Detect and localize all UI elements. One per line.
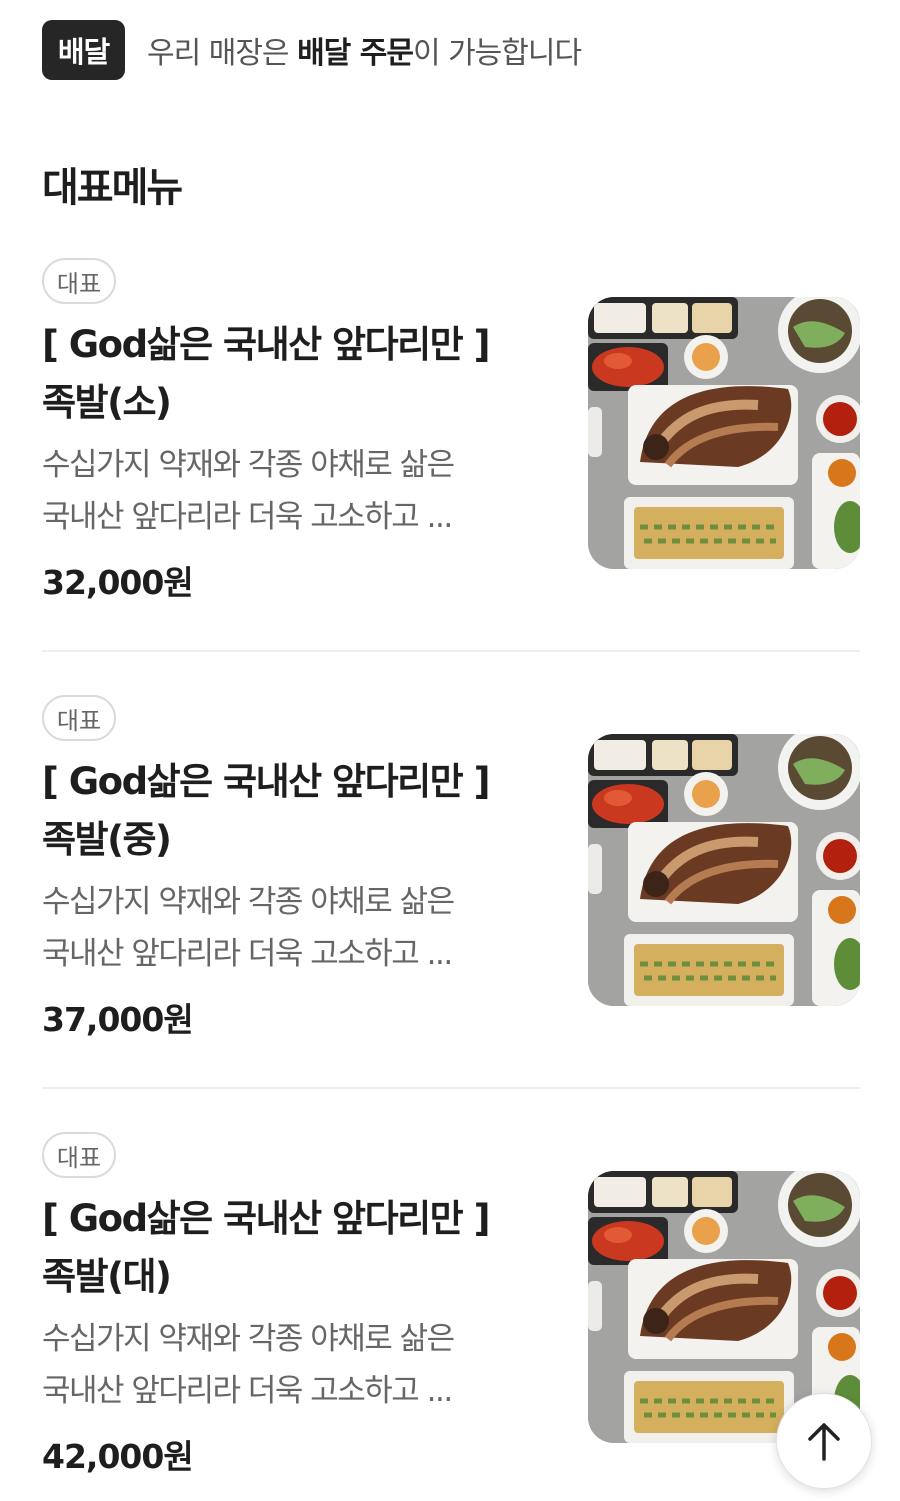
menu-item[interactable]: 대표 [ God삶은 국내산 앞다리만 ] 족발(중) 수십가지 약재와 각종 … bbox=[42, 695, 860, 1039]
menu-item-description-line1: 수십가지 약재와 각종 야채로 삶은 bbox=[42, 447, 455, 483]
menu-item-name-line2: 족발(중) bbox=[42, 818, 172, 861]
menu-item-description-line2: 국내산 앞다리라 더욱 고소하고 ... bbox=[42, 936, 453, 972]
section-title: 대표메뉴 bbox=[42, 165, 183, 211]
menu-item-description-line2: 국내산 앞다리라 더욱 고소하고 ... bbox=[42, 499, 453, 535]
menu-item-description: 수십가지 약재와 각종 야채로 삶은 국내산 앞다리라 더욱 고소하고 ... bbox=[42, 876, 542, 980]
menu-item-description: 수십가지 약재와 각종 야채로 삶은 국내산 앞다리라 더욱 고소하고 ... bbox=[42, 1313, 542, 1417]
menu-item-name: [ God삶은 국내산 앞다리만 ] 족발(소) bbox=[42, 316, 542, 432]
delivery-notice-bold: 배달 주문 bbox=[297, 36, 414, 71]
menu-item-price: 42,000원 bbox=[42, 1437, 194, 1476]
delivery-notice-suffix: 이 가능합니다 bbox=[412, 36, 582, 71]
divider bbox=[42, 1087, 860, 1089]
menu-item-name-line2: 족발(대) bbox=[42, 1255, 172, 1298]
menu-item-description: 수십가지 약재와 각종 야채로 삶은 국내산 앞다리라 더욱 고소하고 ... bbox=[42, 439, 542, 543]
divider bbox=[42, 650, 860, 652]
menu-item[interactable]: 대표 [ God삶은 국내산 앞다리만 ] 족발(대) 수십가지 약재와 각종 … bbox=[42, 1132, 860, 1476]
delivery-banner: 배달 우리 매장은 배달 주문이 가능합니다 bbox=[42, 20, 582, 80]
menu-item-name: [ God삶은 국내산 앞다리만 ] 족발(대) bbox=[42, 1190, 542, 1306]
menu-item-name-line1: [ God삶은 국내산 앞다리만 ] bbox=[42, 1197, 490, 1240]
menu-item-description-line1: 수십가지 약재와 각종 야채로 삶은 bbox=[42, 884, 455, 920]
delivery-notice: 우리 매장은 배달 주문이 가능합니다 bbox=[147, 28, 582, 72]
menu-item-photo[interactable] bbox=[588, 734, 860, 1006]
representative-badge: 대표 bbox=[42, 1132, 116, 1178]
menu-item-price: 37,000원 bbox=[42, 1000, 194, 1039]
delivery-badge: 배달 bbox=[42, 20, 125, 80]
menu-item-name-line1: [ God삶은 국내산 앞다리만 ] bbox=[42, 760, 490, 803]
menu-item-description-line1: 수십가지 약재와 각종 야채로 삶은 bbox=[42, 1321, 455, 1357]
representative-badge: 대표 bbox=[42, 695, 116, 741]
scroll-to-top-button[interactable] bbox=[776, 1393, 872, 1489]
representative-badge: 대표 bbox=[42, 258, 116, 304]
delivery-notice-prefix: 우리 매장은 bbox=[147, 36, 298, 71]
menu-item-description-line2: 국내산 앞다리라 더욱 고소하고 ... bbox=[42, 1373, 453, 1409]
arrow-up-icon bbox=[808, 1423, 840, 1461]
menu-item-photo[interactable] bbox=[588, 297, 860, 569]
menu-item-name: [ God삶은 국내산 앞다리만 ] 족발(중) bbox=[42, 753, 542, 869]
menu-item-name-line1: [ God삶은 국내산 앞다리만 ] bbox=[42, 323, 490, 366]
menu-item-price: 32,000원 bbox=[42, 563, 194, 602]
menu-item-name-line2: 족발(소) bbox=[42, 381, 172, 424]
menu-item[interactable]: 대표 [ God삶은 국내산 앞다리만 ] 족발(소) 수십가지 약재와 각종 … bbox=[42, 258, 860, 602]
